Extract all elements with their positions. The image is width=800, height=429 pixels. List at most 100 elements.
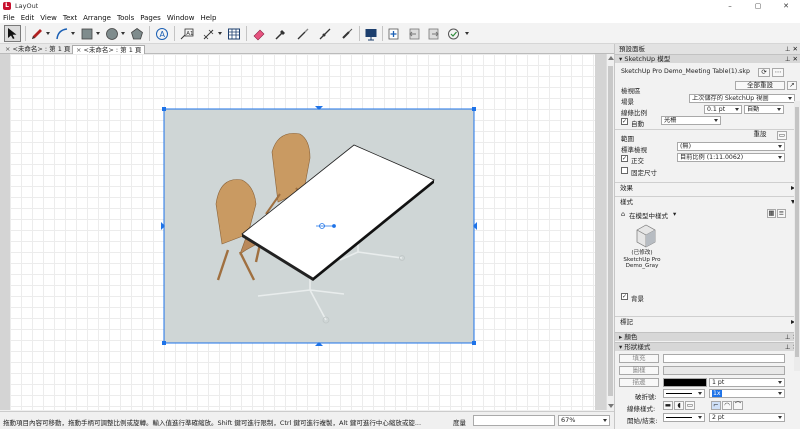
standard-view-select[interactable]: (無) bbox=[677, 142, 785, 151]
tab-close-icon[interactable]: × bbox=[76, 46, 81, 54]
text-tool-icon[interactable]: A bbox=[153, 25, 170, 42]
menu-file[interactable]: File bbox=[3, 14, 15, 22]
style-thumbnail-icon[interactable] bbox=[633, 222, 659, 248]
split-tool-icon[interactable] bbox=[294, 25, 311, 42]
fixed-size-checkbox[interactable] bbox=[621, 167, 628, 174]
eyedropper-icon[interactable] bbox=[272, 25, 289, 42]
reset-button[interactable]: 重設 bbox=[745, 131, 775, 140]
dash-pattern-select[interactable] bbox=[663, 389, 705, 398]
section-pin-close-icon[interactable]: ⊥ ✕ bbox=[785, 55, 798, 64]
join-round-icon[interactable]: ◠ bbox=[722, 401, 732, 410]
auto-render-checkbox[interactable]: ✓ bbox=[621, 118, 628, 125]
canvas-vertical-scrollbar[interactable] bbox=[606, 54, 614, 410]
home-style-icon[interactable]: ⌂ bbox=[621, 210, 625, 218]
grid-view-icon[interactable]: ▦ bbox=[767, 209, 776, 218]
menu-view[interactable]: View bbox=[40, 14, 57, 22]
circle-tool-icon[interactable] bbox=[103, 25, 120, 42]
pencil-line-icon[interactable] bbox=[28, 25, 45, 42]
range-options-icon[interactable]: ▭ bbox=[777, 131, 787, 140]
scene-select[interactable]: 上次儲存的 SketchUp 視圖 bbox=[689, 94, 795, 103]
background-checkbox[interactable]: ✓ bbox=[621, 293, 628, 300]
rectangle-tool-icon[interactable] bbox=[78, 25, 95, 42]
menu-arrange[interactable]: Arrange bbox=[83, 14, 111, 22]
dimension-tool-icon[interactable] bbox=[200, 25, 217, 42]
model-viewport-svg[interactable] bbox=[10, 54, 595, 410]
next-page-icon[interactable] bbox=[425, 25, 442, 42]
effects-row[interactable]: 效果 bbox=[615, 182, 800, 192]
label-tool-icon[interactable]: A1 bbox=[178, 25, 195, 42]
cap-butt-icon[interactable]: ▬ bbox=[663, 401, 673, 410]
ortho-checkbox[interactable]: ✓ bbox=[621, 155, 628, 162]
fill-color-swatch[interactable] bbox=[663, 354, 785, 363]
drawing-canvas[interactable] bbox=[0, 54, 606, 410]
styles-row[interactable]: 樣式 bbox=[615, 196, 800, 206]
pattern-toggle-button[interactable]: 圖樣 bbox=[619, 366, 659, 375]
document-tab-2[interactable]: × <未命名> : 第 1 頁 bbox=[72, 45, 146, 54]
dash-scale-select[interactable]: 1x bbox=[709, 389, 785, 398]
document-page[interactable] bbox=[10, 54, 595, 410]
menu-tools[interactable]: Tools bbox=[117, 14, 134, 22]
arrow-start-select[interactable] bbox=[663, 413, 705, 422]
scrollbar-thumb[interactable] bbox=[608, 66, 613, 396]
model-options-icon[interactable]: ⋯ bbox=[772, 68, 784, 77]
chevron-down-icon[interactable]: ▾ bbox=[673, 210, 676, 218]
fill-toggle-button[interactable]: 填充 bbox=[619, 354, 659, 363]
stroke-toggle-button[interactable]: 描邊 bbox=[619, 378, 659, 387]
join-bevel-icon[interactable]: ⌒ bbox=[733, 401, 743, 410]
ortho-scale-select[interactable]: 目前比例 (1:11.0062) bbox=[677, 153, 785, 162]
line-scale-mode-select[interactable]: 自動 bbox=[744, 105, 784, 114]
join-tool-icon[interactable] bbox=[316, 25, 333, 42]
presentation-icon[interactable] bbox=[362, 25, 379, 42]
tray-pin-close-icon[interactable]: ⊥ ✕ bbox=[785, 44, 798, 54]
tray-scrollbar[interactable] bbox=[794, 101, 800, 371]
edit-model-icon[interactable]: ↗ bbox=[787, 81, 797, 90]
tags-row[interactable]: 標記 bbox=[615, 316, 800, 326]
sketchup-model-section-header[interactable]: ▾ SketchUp 模型 ⊥ ✕ bbox=[615, 54, 800, 63]
screen-text-dropdown-icon[interactable] bbox=[465, 32, 469, 35]
color-section-header[interactable]: ▸ 顏色 ⊥ ✕ bbox=[615, 332, 800, 341]
stroke-width-select[interactable]: 1 pt bbox=[709, 378, 785, 387]
tray-scrollbar-thumb[interactable] bbox=[795, 107, 799, 357]
measurements-input[interactable] bbox=[473, 415, 555, 426]
polygon-tool-icon[interactable] bbox=[128, 25, 145, 42]
stroke-color-swatch[interactable] bbox=[663, 378, 707, 387]
arrow-size-select[interactable]: 2 pt bbox=[709, 413, 785, 422]
menu-window[interactable]: Window bbox=[167, 14, 195, 22]
menu-edit[interactable]: Edit bbox=[21, 14, 35, 22]
dimension-tool-dropdown-icon[interactable] bbox=[218, 32, 222, 35]
previous-page-icon[interactable] bbox=[405, 25, 422, 42]
cap-round-icon[interactable]: ◖ bbox=[674, 401, 684, 410]
arc-tool-dropdown-icon[interactable] bbox=[71, 32, 75, 35]
rectangle-tool-dropdown-icon[interactable] bbox=[96, 32, 100, 35]
arc-tool-icon[interactable] bbox=[53, 25, 70, 42]
chevron-down-icon bbox=[778, 156, 782, 159]
close-button[interactable]: ✕ bbox=[772, 0, 800, 12]
line-scale-input[interactable]: 0.1 pt bbox=[704, 105, 742, 114]
document-tab-1[interactable]: × <未命名> : 第 1 頁 bbox=[2, 45, 73, 54]
circle-tool-dropdown-icon[interactable] bbox=[121, 32, 125, 35]
refresh-model-icon[interactable]: ⟳ bbox=[758, 68, 770, 77]
table-tool-icon[interactable] bbox=[225, 25, 242, 42]
add-page-icon[interactable] bbox=[385, 25, 402, 42]
reset-all-button[interactable]: 全部重設 bbox=[735, 81, 785, 90]
shape-style-section-header[interactable]: ▾ 形狀樣式 ⊥ ✕ bbox=[615, 342, 800, 351]
pattern-swatch[interactable] bbox=[663, 366, 785, 375]
select-tool-icon[interactable] bbox=[4, 25, 21, 42]
list-view-icon[interactable]: ≡ bbox=[777, 209, 786, 218]
screen-text-icon[interactable] bbox=[445, 25, 462, 42]
maximize-button[interactable]: ▢ bbox=[744, 0, 772, 12]
join-miter-icon[interactable]: ⌐ bbox=[711, 401, 721, 410]
eraser-tool-icon[interactable] bbox=[250, 25, 267, 42]
menu-pages[interactable]: Pages bbox=[140, 14, 161, 22]
minimize-button[interactable]: – bbox=[716, 0, 744, 12]
tab-close-icon[interactable]: × bbox=[5, 45, 10, 53]
line-tool-dropdown-icon[interactable] bbox=[46, 32, 50, 35]
render-mode-select[interactable]: 光柵 bbox=[661, 116, 721, 125]
fixed-size-label: 固定尺寸 bbox=[631, 169, 657, 177]
style-brush-icon[interactable] bbox=[338, 25, 355, 42]
menu-text[interactable]: Text bbox=[63, 14, 77, 22]
arrow-size-value: 2 pt bbox=[712, 414, 725, 421]
menu-help[interactable]: Help bbox=[200, 14, 216, 22]
cap-square-icon[interactable]: ▭ bbox=[685, 401, 695, 410]
zoom-select[interactable]: 67% bbox=[558, 415, 610, 426]
